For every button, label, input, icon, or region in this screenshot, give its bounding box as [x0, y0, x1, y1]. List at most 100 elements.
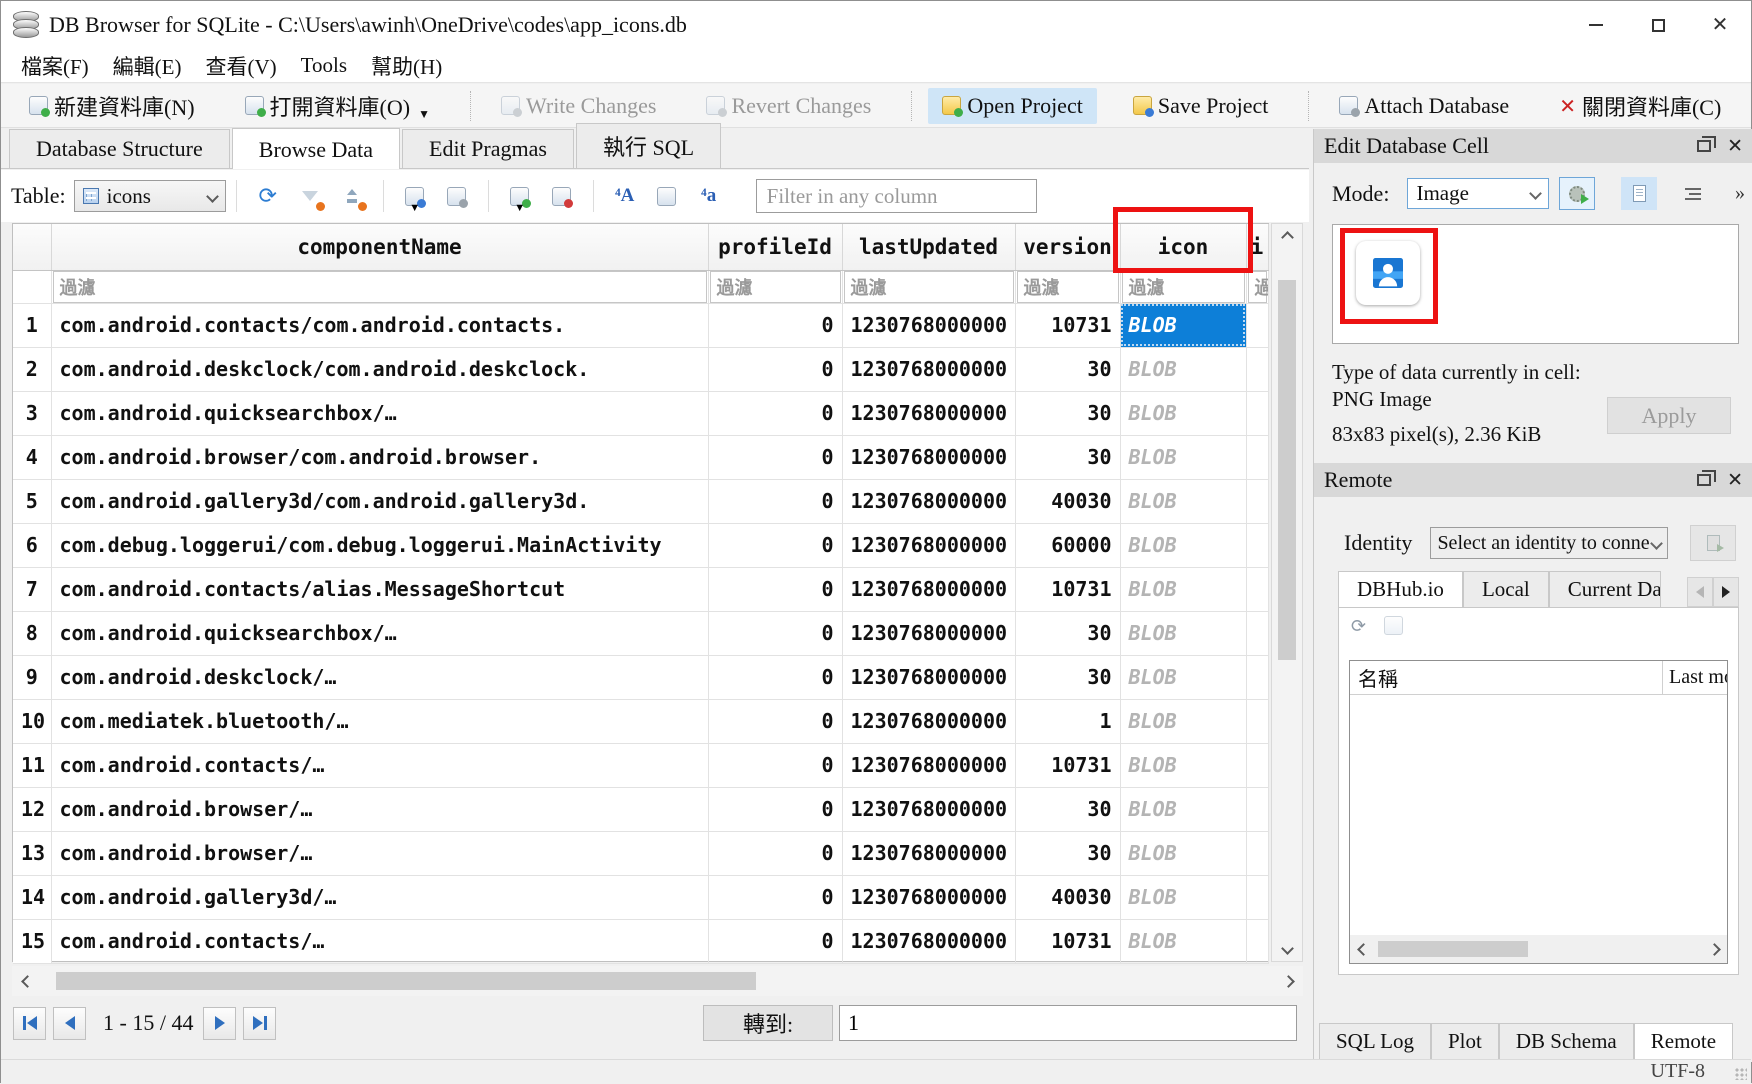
cell-version[interactable]: 30	[1015, 787, 1120, 831]
cell-lastUpdated[interactable]: 1230768000000	[842, 303, 1015, 347]
cell-clipped[interactable]	[1246, 831, 1268, 875]
cell-lastUpdated[interactable]: 1230768000000	[842, 347, 1015, 391]
column-header-lastUpdated[interactable]: lastUpdated	[842, 224, 1015, 270]
cell-version[interactable]: 10731	[1015, 567, 1120, 611]
clear-filters-button[interactable]	[293, 179, 327, 213]
cell-clipped[interactable]	[1246, 435, 1268, 479]
cell-profileId[interactable]: 0	[708, 699, 842, 743]
filter-input-lastUpdated[interactable]: 過濾	[844, 271, 1014, 303]
float-panel-icon[interactable]	[1697, 474, 1711, 486]
cell-profileId[interactable]: 0	[708, 787, 842, 831]
previous-record-button[interactable]	[53, 1007, 86, 1040]
print-button[interactable]	[440, 179, 474, 213]
cell-profileId[interactable]: 0	[708, 303, 842, 347]
scroll-up-icon[interactable]	[1281, 231, 1294, 244]
delete-record-button[interactable]	[545, 179, 579, 213]
cell-clipped[interactable]	[1246, 875, 1268, 919]
cell-version[interactable]: 1	[1015, 699, 1120, 743]
horizontal-scroll-thumb[interactable]	[1378, 941, 1528, 957]
cell-icon[interactable]: BLOB	[1120, 391, 1246, 435]
scroll-right-icon[interactable]	[1708, 943, 1721, 956]
cell-lastUpdated[interactable]: 1230768000000	[842, 919, 1015, 963]
table-select[interactable]: icons	[74, 180, 226, 212]
resize-grip-icon[interactable]	[1735, 1068, 1747, 1080]
row-number[interactable]: 10	[13, 699, 51, 743]
cell-componentName[interactable]: com.android.deskclock/…	[51, 655, 708, 699]
scroll-left-icon[interactable]	[21, 975, 34, 988]
new-database-button[interactable]: 新建資料庫(N)	[15, 85, 209, 127]
cell-version[interactable]: 10731	[1015, 919, 1120, 963]
row-number[interactable]: 9	[13, 655, 51, 699]
horizontal-scroll-thumb[interactable]	[56, 972, 756, 990]
column-header-profileId[interactable]: profileId	[708, 224, 842, 270]
cell-componentName[interactable]: com.android.gallery3d/…	[51, 875, 708, 919]
filter-input-componentName[interactable]: 過濾	[53, 271, 707, 303]
menu-item[interactable]: 幫助(H)	[361, 49, 456, 83]
cell-clipped[interactable]	[1246, 567, 1268, 611]
column-header-i[interactable]: i	[1246, 224, 1268, 270]
row-number[interactable]: 15	[13, 919, 51, 963]
cell-componentName[interactable]: com.android.gallery3d/com.android.galler…	[51, 479, 708, 523]
cell-icon[interactable]: BLOB	[1120, 479, 1246, 523]
tab-edit-pragmas[interactable]: Edit Pragmas	[402, 129, 574, 168]
column-header-componentName[interactable]: componentName	[51, 224, 708, 270]
cell-icon[interactable]: BLOB	[1120, 831, 1246, 875]
cell-profileId[interactable]: 0	[708, 743, 842, 787]
float-panel-icon[interactable]	[1697, 140, 1711, 152]
cell-icon[interactable]: BLOB	[1120, 919, 1246, 963]
filter-input-profileId[interactable]: 過濾	[710, 271, 841, 303]
next-record-button[interactable]	[203, 1007, 236, 1040]
cell-profileId[interactable]: 0	[708, 479, 842, 523]
cell-lastUpdated[interactable]: 1230768000000	[842, 699, 1015, 743]
cell-profileId[interactable]: 0	[708, 655, 842, 699]
cell-componentName[interactable]: com.android.quicksearchbox/…	[51, 391, 708, 435]
filter-input-version[interactable]: 過濾	[1017, 271, 1119, 303]
insert-record-button[interactable]: ▼	[503, 179, 537, 213]
column-header-version[interactable]: version	[1015, 224, 1120, 270]
cell-version[interactable]: 30	[1015, 347, 1120, 391]
cell-lastUpdated[interactable]: 1230768000000	[842, 743, 1015, 787]
cell-profileId[interactable]: 0	[708, 611, 842, 655]
cell-lastUpdated[interactable]: 1230768000000	[842, 567, 1015, 611]
cell-componentName[interactable]: com.android.browser/com.android.browser.	[51, 435, 708, 479]
cell-clipped[interactable]	[1246, 919, 1268, 963]
filter-input-i[interactable]: 過濾	[1248, 271, 1267, 303]
cell-icon[interactable]: BLOB	[1120, 875, 1246, 919]
cell-componentName[interactable]: com.android.browser/…	[51, 787, 708, 831]
dropdown-arrow-icon[interactable]: ▼	[409, 202, 420, 214]
tab-execute-sql[interactable]: 執行 SQL	[576, 123, 721, 168]
maximize-button[interactable]	[1627, 1, 1689, 49]
scroll-left-icon[interactable]	[1357, 943, 1370, 956]
auto-switch-mode-button[interactable]	[1559, 177, 1595, 210]
remote-tab-local[interactable]: Local	[1463, 571, 1549, 607]
word-wrap-button[interactable]	[1675, 177, 1711, 210]
cell-componentName[interactable]: com.android.contacts/…	[51, 743, 708, 787]
remote-list-scrollbar[interactable]	[1350, 935, 1727, 963]
menu-item[interactable]: 檔案(F)	[11, 49, 103, 83]
cell-profileId[interactable]: 0	[708, 435, 842, 479]
cell-lastUpdated[interactable]: 1230768000000	[842, 787, 1015, 831]
cell-clipped[interactable]	[1246, 699, 1268, 743]
remote-file-list[interactable]: 名稱 Last mo	[1349, 660, 1728, 964]
cell-lastUpdated[interactable]: 1230768000000	[842, 875, 1015, 919]
cell-version[interactable]: 30	[1015, 611, 1120, 655]
cell-version[interactable]: 40030	[1015, 479, 1120, 523]
dock-tab-plot[interactable]: Plot	[1431, 1023, 1499, 1059]
cell-componentName[interactable]: com.android.contacts/com.android.contact…	[51, 303, 708, 347]
remote-list-column-lastmodified[interactable]: Last mo	[1663, 666, 1727, 689]
cell-icon[interactable]: BLOB	[1120, 611, 1246, 655]
row-number[interactable]: 3	[13, 391, 51, 435]
find-button[interactable]	[650, 179, 684, 213]
cell-clipped[interactable]	[1246, 743, 1268, 787]
remote-tab-current-dat[interactable]: Current Dat	[1549, 571, 1661, 607]
row-number[interactable]: 14	[13, 875, 51, 919]
cell-icon[interactable]: BLOB	[1120, 743, 1246, 787]
cell-version[interactable]: 30	[1015, 435, 1120, 479]
row-number[interactable]: 1	[13, 303, 51, 347]
cell-icon[interactable]: BLOB	[1120, 523, 1246, 567]
goto-button[interactable]: 轉到:	[703, 1005, 833, 1041]
grid-horizontal-scrollbar[interactable]	[12, 966, 1303, 996]
cell-profileId[interactable]: 0	[708, 523, 842, 567]
scroll-right-icon[interactable]	[1282, 975, 1295, 988]
remote-tab-dbhub-io[interactable]: DBHub.io	[1338, 571, 1463, 607]
